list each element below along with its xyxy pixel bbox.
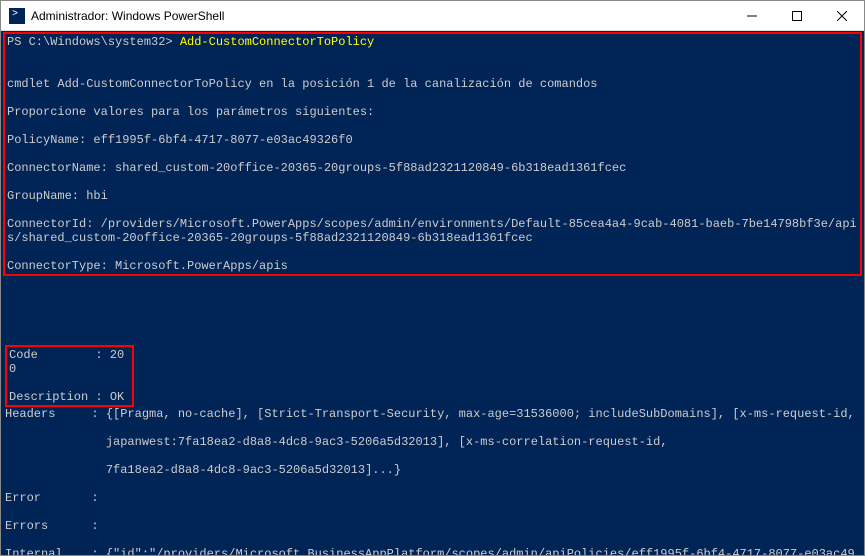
output-line: ConnectorType: Microsoft.PowerApps/apis [7,259,858,273]
output-line: GroupName: hbi [7,189,858,203]
status-description: Description : OK [9,390,130,404]
maximize-button[interactable] [774,1,819,30]
output-line: Headers : {[Pragma, no-cache], [Strict-T… [5,407,860,421]
terminal-output[interactable]: PS C:\Windows\system32> Add-CustomConnec… [1,31,864,555]
output-line [5,317,860,331]
output-line: ConnectorId: /providers/Microsoft.PowerA… [7,217,858,245]
output-line: Error : [5,491,860,505]
minimize-button[interactable] [729,1,774,30]
output-line [7,49,858,63]
output-line: 7fa18ea2-d8a8-4dc8-9ac3-5206a5d32013]...… [5,463,860,477]
status-highlight-box: Code : 200 Description : OK [5,345,134,407]
output-line: ConnectorName: shared_custom-20office-20… [7,161,858,175]
window-controls [729,1,864,30]
output-line: Proporcione valores para los parámetros … [7,105,858,119]
output-line: Internal : {"id":"/providers/Microsoft.B… [5,547,860,555]
minimize-icon [747,11,757,21]
close-button[interactable] [819,1,864,30]
output-line: cmdlet Add-CustomConnectorToPolicy en la… [7,77,858,91]
close-icon [837,11,847,21]
output-line: PolicyName: eff1995f-6bf4-4717-8077-e03a… [7,133,858,147]
output-line: Errors : [5,519,860,533]
output-line: japanwest:7fa18ea2-d8a8-4dc8-9ac3-5206a5… [5,435,860,449]
output-line [5,289,860,303]
status-code: Code : 200 [9,348,130,376]
powershell-window: Administrador: Windows PowerShell PS C:\… [0,0,865,556]
prompt-command: Add-CustomConnectorToPolicy [180,35,374,49]
powershell-icon [9,8,25,24]
window-title: Administrador: Windows PowerShell [31,9,729,23]
prompt-path: PS C:\Windows\system32> [7,35,180,49]
maximize-icon [792,11,802,21]
command-highlight-box: PS C:\Windows\system32> Add-CustomConnec… [3,32,862,276]
titlebar: Administrador: Windows PowerShell [1,1,864,31]
